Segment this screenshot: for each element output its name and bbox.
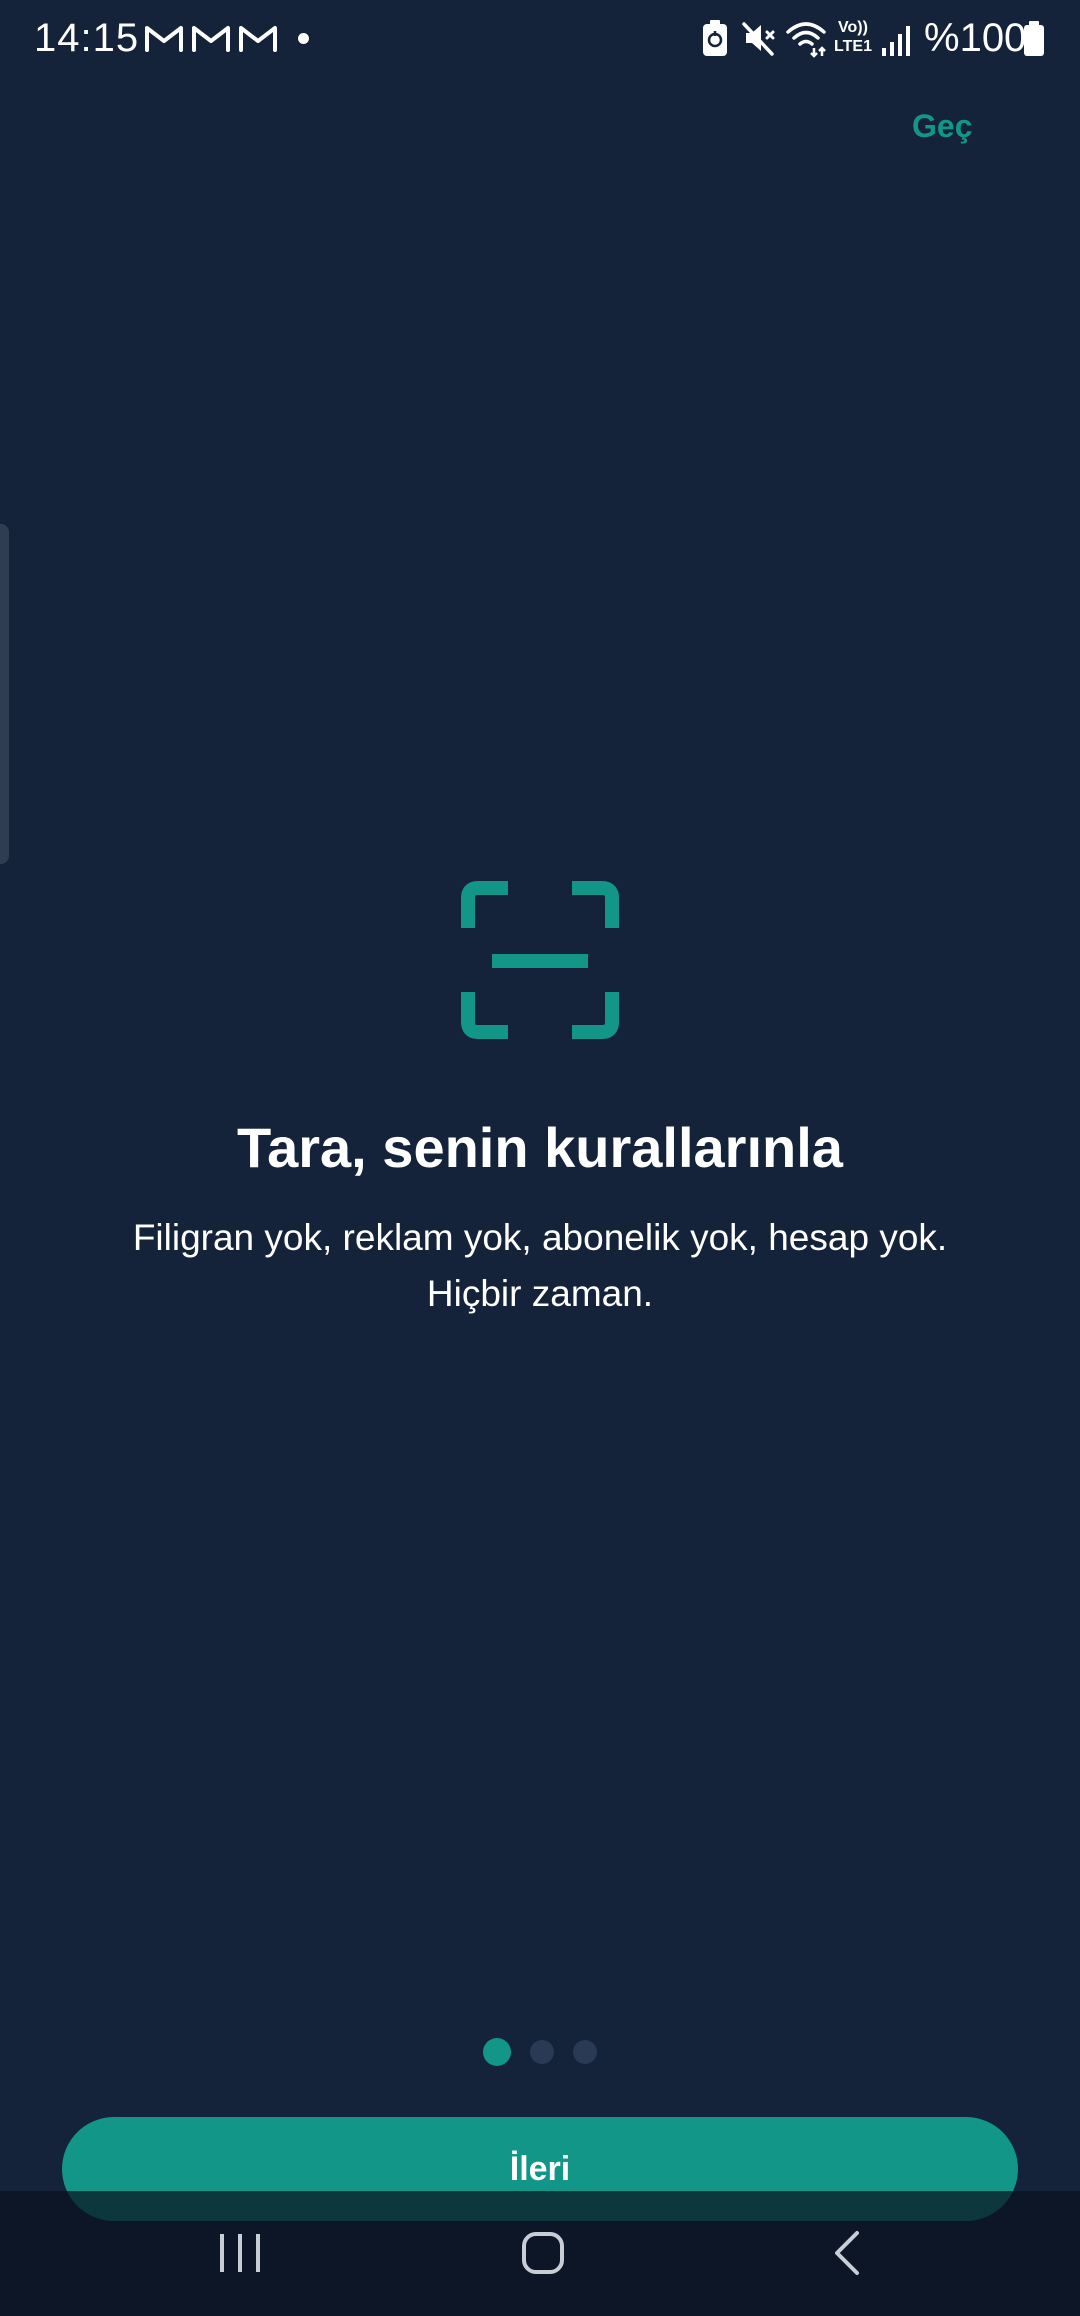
home-button[interactable] [442, 2191, 642, 2316]
onboarding-subtitle: Filigran yok, reklam yok, abonelik yok, … [100, 1210, 980, 1322]
subtitle-line-2: Hiçbir zaman. [426, 1273, 654, 1314]
more-notifications-dot [298, 33, 309, 44]
skip-button[interactable]: Geç [912, 104, 972, 148]
mute-icon [742, 22, 775, 56]
home-icon [522, 2232, 564, 2274]
battery-percentage: %100 [924, 16, 1027, 60]
subtitle-line-1: Filigran yok, reklam yok, abonelik yok, … [132, 1217, 948, 1258]
edge-panel-handle[interactable] [0, 524, 9, 864]
back-button[interactable] [745, 2191, 945, 2316]
recent-apps-icon [220, 2234, 260, 2272]
volte-lte-indicator: Vo)) LTE1 [830, 18, 876, 56]
navigation-bar [0, 2191, 1080, 2316]
battery-icon [1024, 21, 1044, 56]
onboarding-title: Tara, senin kurallarınla [237, 1116, 843, 1179]
page-dot [530, 2040, 554, 2064]
status-time: 14:15 [34, 16, 140, 60]
scan-frame-icon [461, 881, 619, 1039]
onboarding-screen: 14:15 Vo)) LTE1 %100 Geç Tara, senin kur… [0, 0, 1080, 2316]
page-dot-active [483, 2038, 511, 2066]
lte-label: LTE1 [834, 38, 872, 55]
wifi-icon [786, 22, 826, 58]
page-indicator [0, 2036, 1080, 2066]
volte-label: Vo)) [838, 19, 868, 36]
status-bar: 14:15 Vo)) LTE1 %100 [0, 0, 1080, 76]
gmail-icon [239, 26, 277, 52]
power-saving-icon [703, 20, 727, 56]
gmail-icon [192, 26, 230, 52]
gmail-icon [145, 26, 183, 52]
recent-apps-button[interactable] [140, 2191, 340, 2316]
back-icon [835, 2231, 859, 2275]
page-dot [573, 2040, 597, 2064]
signal-icon [882, 26, 910, 56]
